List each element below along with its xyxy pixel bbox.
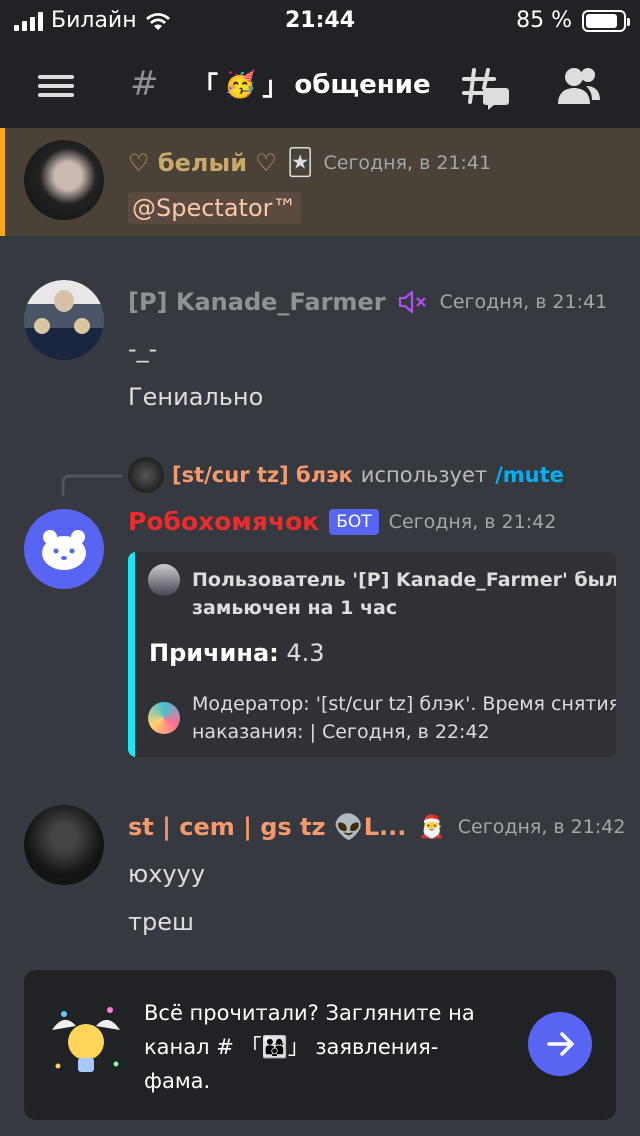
santa-hat-emoji: 🎅 — [418, 814, 446, 840]
hamburger-icon[interactable] — [38, 75, 74, 97]
message-text: -_- — [128, 335, 158, 363]
author-name[interactable]: st | cem | gs tz 👽L... — [128, 813, 406, 841]
go-to-channel-button[interactable] — [528, 1012, 592, 1076]
banner-channel-name: заявления- — [315, 1035, 439, 1059]
channel-title[interactable]: 「 🥳 」 общение — [192, 66, 431, 103]
channel-header: # 「 🥳 」 общение — [0, 44, 640, 128]
avatar[interactable] — [24, 280, 104, 360]
banner-channel-prefix: канал # — [144, 1035, 234, 1059]
embed-field-name: Причина: — [149, 639, 279, 667]
timestamp: Сегодня, в 21:42 — [388, 510, 557, 533]
banner-line: фама. — [144, 1069, 211, 1093]
embed-title-line: Пользователь '[P] Kanade_Farmer' был — [192, 569, 616, 591]
hash-icon: # — [130, 64, 159, 104]
embed-footer-line: Модератор: '[st/cur tz] блэк'. Время сня… — [192, 693, 616, 715]
embed-field-value: 4.3 — [286, 639, 325, 667]
bot-badge: БОТ — [329, 508, 379, 535]
embed-title-line: замьючен на 1 час — [192, 597, 398, 619]
carrier-name: Билайн — [51, 8, 137, 33]
reply-context[interactable]: [st/cur tz] блэк использует /mute — [128, 457, 564, 493]
banner-channel-deco: 「 — [240, 1035, 262, 1059]
embed-author-avatar — [148, 564, 180, 596]
author-name[interactable]: [P] Kanade_Farmer — [128, 288, 386, 316]
message-text: треш — [128, 908, 194, 936]
channel-name: общение — [294, 69, 431, 100]
channel-deco-left: 「 — [192, 72, 219, 102]
author-name[interactable]: ♡ белый ♡ — [128, 149, 277, 177]
threads-icon[interactable] — [462, 66, 510, 110]
message[interactable]: st | cem | gs tz 👽L... 🎅 Сегодня, в 21:4… — [0, 805, 640, 945]
muted-speaker-icon — [398, 290, 426, 314]
message-text: Гениально — [128, 383, 264, 411]
battery-icon — [582, 9, 630, 32]
lightbulb-icon — [52, 1007, 120, 1072]
moderation-embed: Пользователь '[P] Kanade_Farmer' был зам… — [128, 552, 616, 757]
wifi-icon — [145, 12, 170, 30]
timestamp: Сегодня, в 21:41 — [439, 291, 608, 313]
read-all-banner[interactable]: Всё прочитали? Загляните на канал # 「👨‍👩… — [24, 970, 616, 1120]
avatar[interactable] — [24, 509, 104, 589]
message-text: юхууу — [128, 860, 206, 888]
reply-action: использует — [360, 463, 488, 487]
reply-username[interactable]: [st/cur tz] блэк — [172, 463, 353, 487]
channel-deco-right: 」 — [262, 72, 289, 102]
timestamp: Сегодня, в 21:42 — [457, 816, 626, 838]
banner-channel-emoji: 👨‍👩‍👦 — [261, 1035, 288, 1059]
message[interactable]: [P] Kanade_Farmer Сегодня, в 21:41 -_- Г… — [0, 280, 640, 420]
avatar[interactable] — [24, 140, 104, 220]
reply-connector — [61, 474, 122, 496]
reply-avatar — [128, 457, 164, 493]
hamster-logo-icon — [42, 530, 86, 570]
avatar[interactable] — [24, 805, 104, 885]
arrow-right-icon — [547, 1032, 574, 1056]
slash-command[interactable]: /mute — [495, 463, 564, 487]
user-mention[interactable]: @Spectator™ — [128, 192, 301, 224]
banner-line: Всё прочитали? Загляните на — [144, 1001, 475, 1025]
timestamp: Сегодня, в 21:41 — [323, 152, 492, 174]
channel-emoji: 🥳 — [224, 69, 257, 100]
embed-accent-bar — [128, 552, 135, 757]
banner-channel-deco: 」 — [287, 1035, 309, 1059]
members-icon[interactable] — [556, 66, 602, 106]
status-bar: Билайн 21:44 85 % — [0, 0, 640, 44]
signal-icon — [14, 11, 43, 31]
battery-percent: 85 % — [516, 8, 572, 33]
author-name[interactable]: Робохомячок — [128, 507, 319, 536]
banner-line: канал # 「👨‍👩‍👦」 заявления- — [144, 1030, 504, 1064]
embed-footer-line: наказания: | Сегодня, в 22:42 — [192, 721, 490, 743]
embed-footer-avatar — [148, 702, 180, 734]
card-emoji: 🃏 — [286, 148, 314, 178]
message-mention[interactable]: ♡ белый ♡ 🃏 Сегодня, в 21:41 @Spectator™ — [0, 128, 640, 236]
